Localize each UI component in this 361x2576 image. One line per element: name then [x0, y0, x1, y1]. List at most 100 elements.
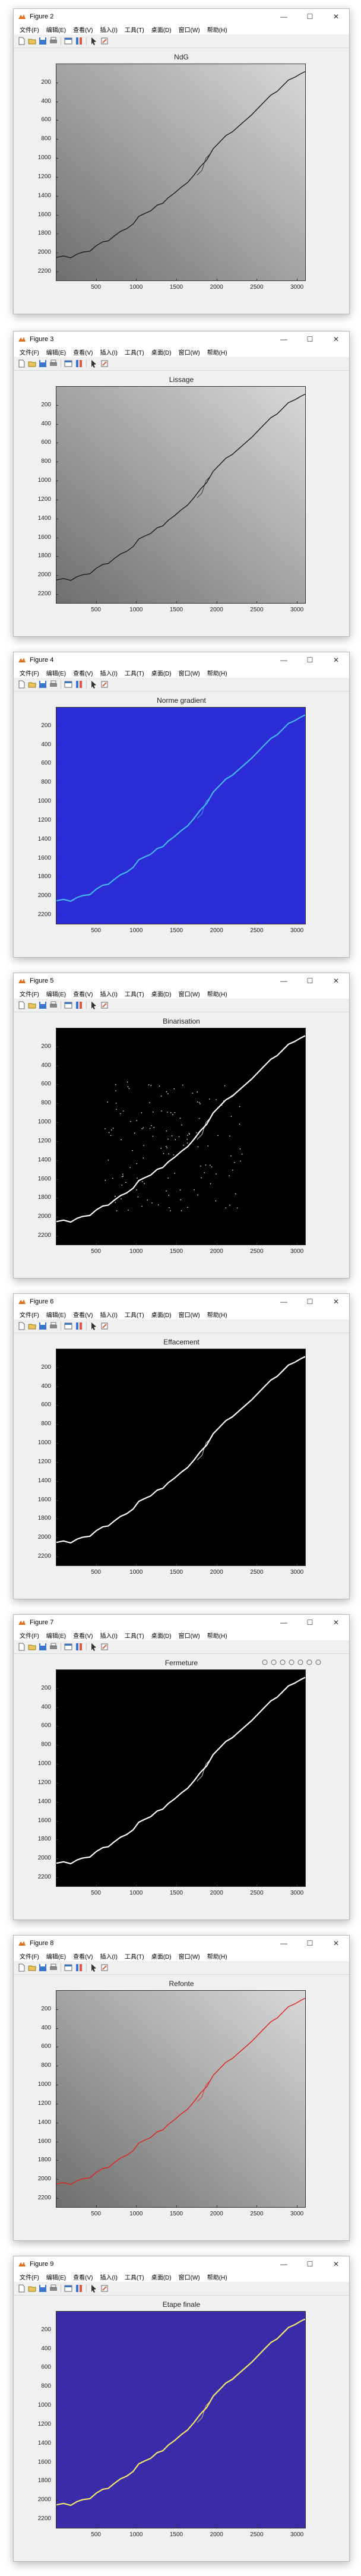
menu-item[interactable]: 窗口(W) — [175, 25, 204, 34]
image-axes[interactable] — [56, 64, 306, 281]
menu-item[interactable]: 窗口(W) — [175, 1310, 204, 1319]
insert-colorbar-icon[interactable] — [74, 359, 84, 368]
edit-plot-icon[interactable] — [89, 1963, 99, 1972]
property-editor-icon[interactable] — [64, 2284, 73, 2293]
edit-plot-icon[interactable] — [89, 359, 99, 368]
menu-item[interactable]: 编辑(E) — [43, 989, 69, 998]
menu-item[interactable]: 桌面(D) — [148, 1952, 175, 1961]
menu-item[interactable]: 帮助(H) — [204, 2272, 231, 2281]
edit-plot-icon[interactable] — [89, 1321, 99, 1331]
menu-item[interactable]: 帮助(H) — [204, 25, 231, 34]
menu-item[interactable]: 窗口(W) — [175, 668, 204, 677]
open-file-icon[interactable] — [27, 1000, 37, 1010]
brush-icon[interactable] — [100, 1000, 109, 1010]
minimize-button[interactable]: — — [271, 9, 297, 24]
insert-colorbar-icon[interactable] — [74, 680, 84, 689]
open-file-icon[interactable] — [27, 1642, 37, 1652]
new-figure-icon[interactable] — [17, 1000, 26, 1010]
property-editor-icon[interactable] — [64, 1963, 73, 1972]
maximize-button[interactable]: ☐ — [297, 652, 323, 667]
menu-item[interactable]: 编辑(E) — [43, 25, 69, 34]
menu-item[interactable]: 插入(I) — [96, 1952, 121, 1961]
figure-window[interactable]: Figure 7— ☐ ✕ 文件(F) 编辑(E) 查看(V) 插入(I) 工具(T) 桌面(D… — [13, 1614, 350, 1920]
property-editor-icon[interactable] — [64, 359, 73, 368]
insert-colorbar-icon[interactable] — [74, 1000, 84, 1010]
menu-item[interactable]: 桌面(D) — [148, 2272, 175, 2281]
menu-item[interactable]: 窗口(W) — [175, 2272, 204, 2281]
edit-plot-icon[interactable] — [89, 680, 99, 689]
maximize-button[interactable]: ☐ — [297, 973, 323, 988]
new-figure-icon[interactable] — [17, 680, 26, 689]
new-figure-icon[interactable] — [17, 2284, 26, 2293]
close-button[interactable]: ✕ — [323, 973, 349, 988]
menu-item[interactable]: 窗口(W) — [175, 1631, 204, 1640]
menu-item[interactable]: 文件(F) — [16, 1310, 43, 1319]
open-file-icon[interactable] — [27, 1963, 37, 1972]
brush-icon[interactable] — [100, 680, 109, 689]
new-figure-icon[interactable] — [17, 1321, 26, 1331]
save-icon[interactable] — [38, 1321, 48, 1331]
menu-item[interactable]: 插入(I) — [96, 989, 121, 998]
figure-window[interactable]: Figure 4— ☐ ✕ 文件(F) 编辑(E) 查看(V) 插入(I) 工具(T) 桌面(D… — [13, 652, 350, 958]
figure-window[interactable]: Figure 3— ☐ ✕ 文件(F) 编辑(E) 查看(V) 插入(I) 工具(T) 桌面(D… — [13, 331, 350, 637]
menu-item[interactable]: 工具(T) — [121, 2272, 148, 2281]
maximize-button[interactable]: ☐ — [297, 1615, 323, 1630]
menu-item[interactable]: 编辑(E) — [43, 1631, 69, 1640]
menu-item[interactable]: 编辑(E) — [43, 1310, 69, 1319]
brush-icon[interactable] — [100, 1642, 109, 1652]
menu-item[interactable]: 工具(T) — [121, 1310, 148, 1319]
figure-window[interactable]: Figure 6— ☐ ✕ 文件(F) 编辑(E) 查看(V) 插入(I) 工具(T) 桌面(D… — [13, 1293, 350, 1599]
menu-item[interactable]: 查看(V) — [69, 348, 96, 356]
menu-item[interactable]: 编辑(E) — [43, 348, 69, 356]
image-axes[interactable] — [56, 2311, 306, 2528]
print-icon[interactable] — [49, 2284, 58, 2293]
close-button[interactable]: ✕ — [323, 1936, 349, 1950]
edit-plot-icon[interactable] — [89, 1000, 99, 1010]
print-icon[interactable] — [49, 36, 58, 46]
menu-item[interactable]: 编辑(E) — [43, 668, 69, 677]
menu-item[interactable]: 查看(V) — [69, 1631, 96, 1640]
minimize-button[interactable]: — — [271, 2256, 297, 2271]
save-icon[interactable] — [38, 1642, 48, 1652]
menu-item[interactable]: 桌面(D) — [148, 668, 175, 677]
property-editor-icon[interactable] — [64, 1642, 73, 1652]
print-icon[interactable] — [49, 1642, 58, 1652]
menu-item[interactable]: 插入(I) — [96, 668, 121, 677]
new-figure-icon[interactable] — [17, 36, 26, 46]
menu-item[interactable]: 文件(F) — [16, 668, 43, 677]
menu-item[interactable]: 查看(V) — [69, 1310, 96, 1319]
insert-colorbar-icon[interactable] — [74, 2284, 84, 2293]
new-figure-icon[interactable] — [17, 1963, 26, 1972]
menu-item[interactable]: 编辑(E) — [43, 2272, 69, 2281]
save-icon[interactable] — [38, 36, 48, 46]
menu-item[interactable]: 帮助(H) — [204, 1310, 231, 1319]
minimize-button[interactable]: — — [271, 1936, 297, 1950]
minimize-button[interactable]: — — [271, 1615, 297, 1630]
brush-icon[interactable] — [100, 359, 109, 368]
close-button[interactable]: ✕ — [323, 1615, 349, 1630]
insert-colorbar-icon[interactable] — [74, 1642, 84, 1652]
figure-window[interactable]: Figure 2— ☐ ✕ 文件(F) 编辑(E) 查看(V) 插入(I) 工具(T) 桌面(D… — [13, 8, 350, 314]
minimize-button[interactable]: — — [271, 1294, 297, 1309]
save-icon[interactable] — [38, 1000, 48, 1010]
menu-item[interactable]: 工具(T) — [121, 25, 148, 34]
menu-item[interactable]: 帮助(H) — [204, 989, 231, 998]
menu-item[interactable]: 工具(T) — [121, 1631, 148, 1640]
menu-item[interactable]: 工具(T) — [121, 348, 148, 356]
open-file-icon[interactable] — [27, 2284, 37, 2293]
menu-item[interactable]: 文件(F) — [16, 25, 43, 34]
print-icon[interactable] — [49, 1963, 58, 1972]
open-file-icon[interactable] — [27, 36, 37, 46]
new-figure-icon[interactable] — [17, 359, 26, 368]
edit-plot-icon[interactable] — [89, 2284, 99, 2293]
minimize-button[interactable]: — — [271, 973, 297, 988]
menu-item[interactable]: 文件(F) — [16, 1952, 43, 1961]
print-icon[interactable] — [49, 680, 58, 689]
menu-item[interactable]: 文件(F) — [16, 348, 43, 356]
zoom-out-icon[interactable] — [306, 1658, 313, 1665]
save-icon[interactable] — [38, 1963, 48, 1972]
insert-colorbar-icon[interactable] — [74, 1963, 84, 1972]
property-editor-icon[interactable] — [64, 680, 73, 689]
property-editor-icon[interactable] — [64, 1321, 73, 1331]
close-button[interactable]: ✕ — [323, 9, 349, 24]
